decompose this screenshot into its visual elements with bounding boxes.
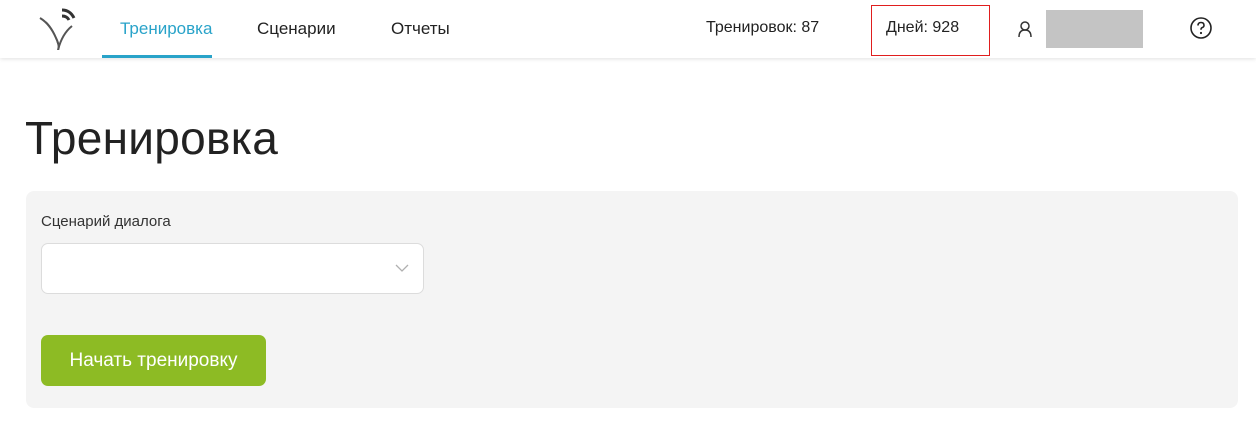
start-training-button[interactable]: Начать тренировку — [41, 335, 266, 386]
user-icon[interactable] — [1016, 20, 1034, 38]
page-title: Тренировка — [25, 112, 279, 164]
nav-active-indicator — [102, 55, 212, 58]
user-name-redacted[interactable] — [1046, 10, 1143, 48]
top-navbar: Тренировка Сценарии Отчеты Тренировок: 8… — [0, 0, 1256, 58]
help-icon[interactable] — [1189, 16, 1213, 40]
training-panel: Сценарий диалога Начать тренировку — [26, 191, 1238, 408]
days-count: Дней: 928 — [886, 19, 960, 36]
trainings-count: Тренировок: 87 — [706, 19, 820, 36]
nav-item-training[interactable]: Тренировка — [120, 18, 212, 40]
nav-item-scenarios[interactable]: Сценарии — [257, 18, 336, 40]
chevron-down-icon — [395, 264, 409, 272]
scenario-label: Сценарий диалога — [41, 213, 171, 230]
logo-icon[interactable] — [36, 4, 82, 50]
scenario-select[interactable] — [41, 243, 424, 294]
nav-item-reports[interactable]: Отчеты — [391, 18, 450, 40]
